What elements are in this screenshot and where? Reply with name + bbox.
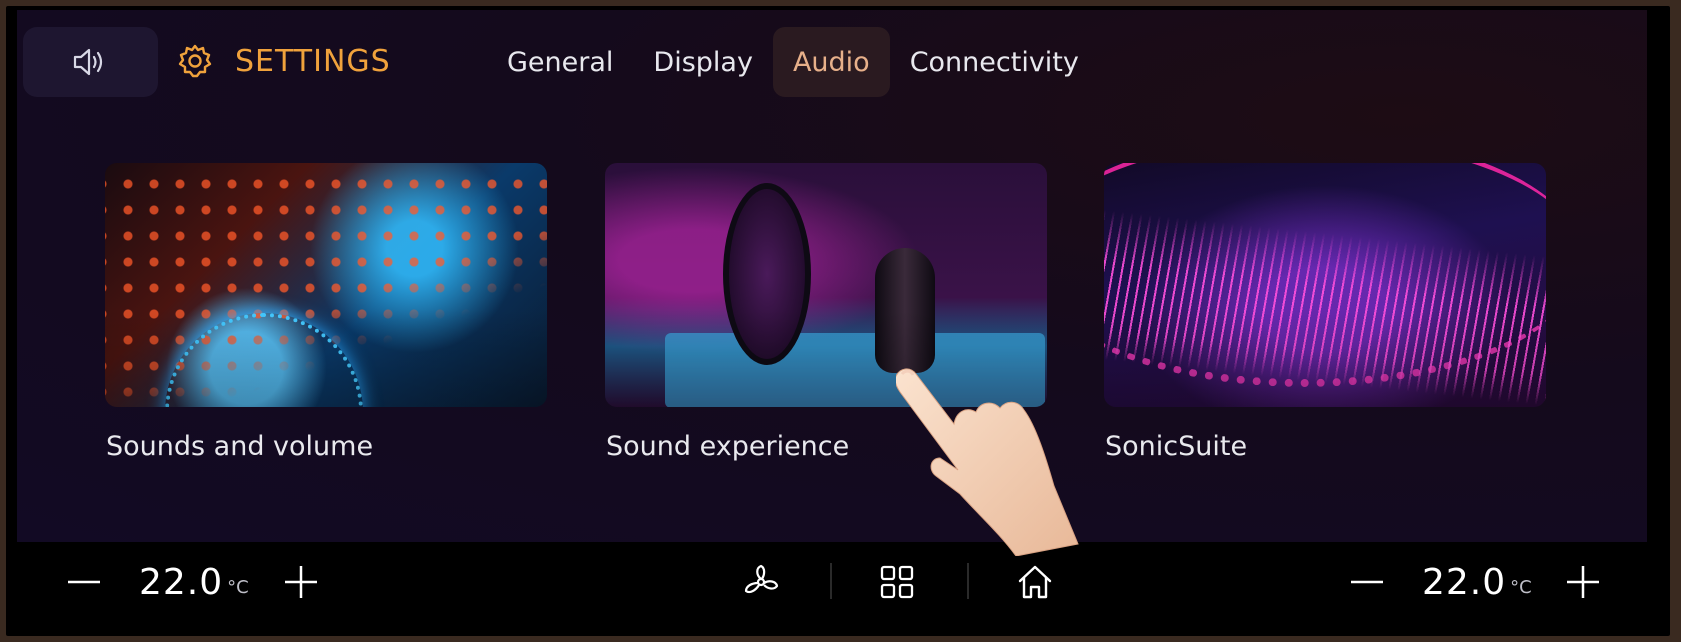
- grid-icon: [880, 565, 914, 599]
- tab-bar: General Display Audio Connectivity: [487, 27, 1099, 97]
- card-label: Sounds and volume: [106, 431, 374, 462]
- fan-button[interactable]: [742, 557, 780, 607]
- card-label: SonicSuite: [1105, 431, 1248, 462]
- left-temp-value: 22.0: [139, 561, 224, 603]
- right-temp-display: 22.0 °C: [1422, 557, 1532, 607]
- fan-icon: [744, 564, 779, 594]
- volume-button[interactable]: [23, 27, 158, 97]
- speaker-icon: [73, 48, 102, 76]
- divider: [830, 563, 832, 599]
- tab-connectivity[interactable]: Connectivity: [890, 27, 1099, 97]
- dj-mixer-image: [105, 163, 547, 407]
- tab-audio[interactable]: Audio: [772, 27, 890, 97]
- left-temp-unit: °C: [227, 576, 249, 598]
- card-sonicsuite[interactable]: SonicSuite: [1104, 163, 1546, 462]
- settings-screen: SETTINGS General Display Audio Connectiv…: [17, 10, 1647, 542]
- left-temp-decrease[interactable]: [66, 557, 102, 607]
- card-sounds-and-volume[interactable]: Sounds and volume: [105, 163, 547, 462]
- home-icon: [1018, 565, 1052, 599]
- plus-icon: [285, 566, 317, 598]
- home-button[interactable]: [1016, 557, 1054, 607]
- pointing-hand-illustration: [896, 368, 1079, 556]
- right-temp-increase[interactable]: [1565, 557, 1601, 607]
- left-temp-increase[interactable]: [283, 557, 319, 607]
- page-title: SETTINGS: [235, 43, 391, 79]
- settings-heading: SETTINGS: [177, 35, 391, 87]
- display-frame: SETTINGS General Display Audio Connectiv…: [6, 6, 1670, 636]
- divider: [967, 563, 969, 599]
- plus-icon: [1567, 566, 1599, 598]
- left-temp-display: 22.0 °C: [139, 557, 249, 607]
- minus-icon: [68, 580, 100, 584]
- climate-bar: 22.0 °C 22.0 °C: [6, 542, 1670, 636]
- tab-display[interactable]: Display: [633, 27, 773, 97]
- right-temp-decrease[interactable]: [1349, 557, 1385, 607]
- apps-button[interactable]: [879, 557, 915, 607]
- gear-icon: [178, 44, 212, 78]
- right-temp-unit: °C: [1510, 576, 1532, 598]
- minus-icon: [1351, 580, 1383, 584]
- speaker-cone-image: [1104, 163, 1546, 407]
- right-temp-value: 22.0: [1422, 561, 1507, 603]
- tab-general[interactable]: General: [487, 27, 633, 97]
